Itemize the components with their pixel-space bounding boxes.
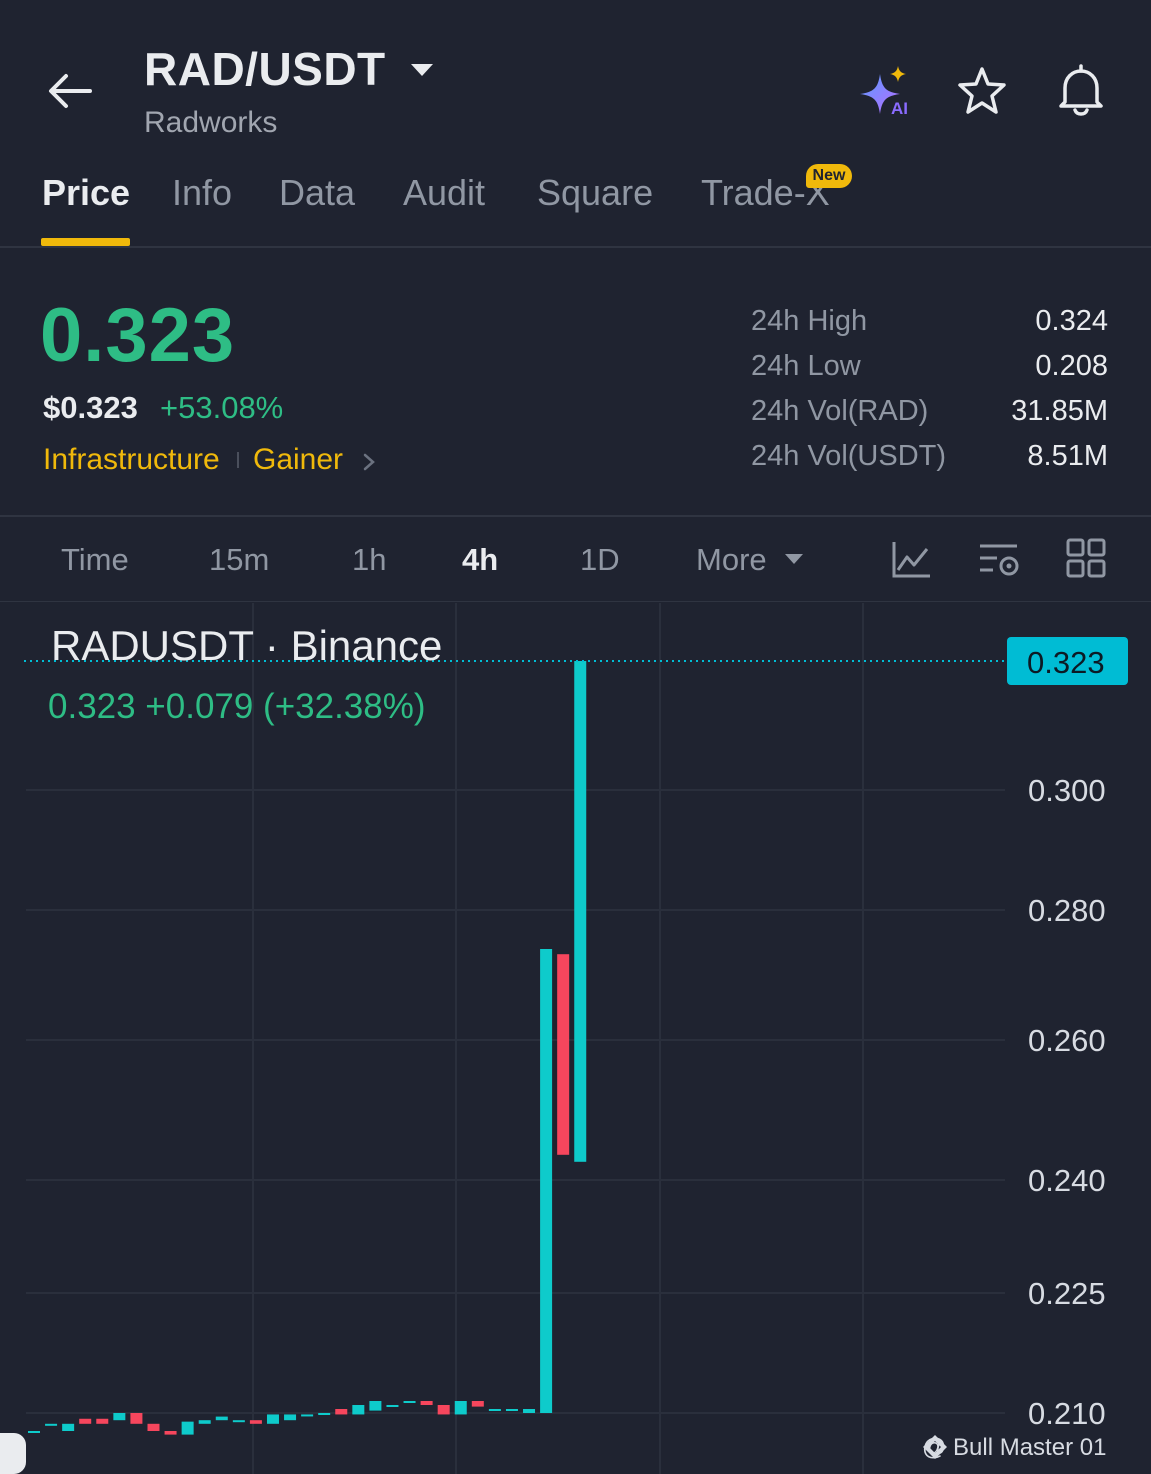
candle <box>147 1423 160 1431</box>
candle <box>420 1401 433 1405</box>
y-tick-label: 0.225 <box>1028 1276 1106 1311</box>
tab-data[interactable]: Data <box>279 172 355 214</box>
star-icon[interactable] <box>955 64 1009 118</box>
candle <box>318 1413 331 1415</box>
candle <box>369 1401 382 1411</box>
tag-gainer[interactable]: Gainer <box>253 443 343 477</box>
candle <box>505 1409 518 1411</box>
y-tick-label: 0.260 <box>1028 1023 1106 1058</box>
candle <box>523 1409 536 1413</box>
candle <box>488 1409 501 1411</box>
candle <box>130 1413 143 1424</box>
stat-label-24h-vol-usdt: 24h Vol(USDT) <box>751 440 947 472</box>
interval-more[interactable]: More <box>696 542 767 578</box>
candle <box>96 1418 109 1424</box>
grid-layout-icon[interactable] <box>1066 538 1106 578</box>
candle <box>352 1405 365 1415</box>
candle <box>62 1423 75 1431</box>
candle <box>181 1421 194 1435</box>
last-price: 0.323 <box>40 293 236 378</box>
y-tick-label: 0.240 <box>1028 1163 1106 1198</box>
candle <box>471 1401 484 1407</box>
svg-text:AI: AI <box>891 99 908 118</box>
interval-divider <box>0 601 1151 602</box>
tag-separator <box>237 452 239 468</box>
y-tick-label: 0.300 <box>1028 773 1106 808</box>
candle <box>266 1414 279 1424</box>
active-tab-indicator <box>41 238 130 246</box>
candle <box>28 1431 40 1433</box>
candle <box>45 1423 58 1426</box>
side-drawer-handle[interactable] <box>0 1433 26 1474</box>
tab-audit[interactable]: Audit <box>403 172 485 214</box>
chart-title: RADUSDT · Binance <box>51 622 443 669</box>
pair-subtitle: Radworks <box>144 106 278 139</box>
candle <box>386 1405 399 1407</box>
y-tick-label: 0.280 <box>1028 893 1106 928</box>
candle <box>198 1420 211 1424</box>
tab-square[interactable]: Square <box>537 172 653 214</box>
candle <box>403 1401 416 1403</box>
new-badge: New <box>806 164 852 188</box>
chart-last-change: 0.323 +0.079 (+32.38%) <box>48 687 426 726</box>
stat-label-24h-high: 24h High <box>751 305 868 337</box>
interval-time[interactable]: Time <box>61 542 129 578</box>
stat-value-24h-high: 0.324 <box>1035 305 1108 337</box>
candlestick-chart[interactable]: 0.300 0.280 0.260 0.240 0.225 0.210 0.323 <box>0 603 1151 1474</box>
ai-sparkle-icon[interactable]: AI <box>856 62 916 120</box>
stat-label-24h-vol-rad: 24h Vol(RAD) <box>751 395 929 427</box>
interval-1d[interactable]: 1D <box>580 542 620 578</box>
interval-1h[interactable]: 1h <box>352 542 386 578</box>
y-tick-label: 0.210 <box>1028 1396 1106 1431</box>
stat-label-24h-low: 24h Low <box>751 350 861 382</box>
interval-4h[interactable]: 4h <box>462 542 498 578</box>
tab-price[interactable]: Price <box>42 172 130 214</box>
interval-15m[interactable]: 15m <box>209 542 269 578</box>
stat-value-24h-vol-rad: 31.85M <box>1011 395 1108 427</box>
tab-info[interactable]: Info <box>172 172 232 214</box>
candle <box>249 1420 262 1424</box>
pair-title[interactable]: RAD/USDT <box>144 42 386 96</box>
candle <box>540 949 553 1413</box>
candle <box>164 1431 177 1435</box>
price-change-percent: +53.08% <box>160 390 284 425</box>
tabs-divider <box>0 246 1151 248</box>
candle <box>301 1414 314 1417</box>
indicator-chart-icon[interactable] <box>890 538 932 580</box>
candle <box>232 1420 245 1423</box>
caret-down-icon[interactable] <box>784 553 804 565</box>
candle <box>574 661 587 1162</box>
candle <box>284 1414 297 1421</box>
candle <box>454 1401 467 1415</box>
caret-down-icon[interactable] <box>410 62 434 78</box>
stat-value-24h-low: 0.208 <box>1035 350 1108 382</box>
bell-icon[interactable] <box>1053 62 1109 118</box>
candle <box>113 1413 126 1421</box>
candle <box>79 1418 92 1424</box>
watermark: @ Bull Master 01 <box>922 1434 1107 1461</box>
tag-infrastructure[interactable]: Infrastructure <box>43 443 220 477</box>
usd-price: $0.323 <box>43 390 138 425</box>
chevron-right-icon[interactable] <box>362 452 376 472</box>
candle <box>557 954 570 1155</box>
back-arrow-icon[interactable] <box>46 68 96 114</box>
candle <box>437 1405 450 1415</box>
chart-settings-icon[interactable] <box>977 538 1021 580</box>
last-price-tag-label: 0.323 <box>1027 645 1105 680</box>
candle <box>215 1416 228 1421</box>
price-divider <box>0 515 1151 517</box>
stat-value-24h-vol-usdt: 8.51M <box>1027 440 1108 472</box>
candle <box>335 1409 348 1415</box>
